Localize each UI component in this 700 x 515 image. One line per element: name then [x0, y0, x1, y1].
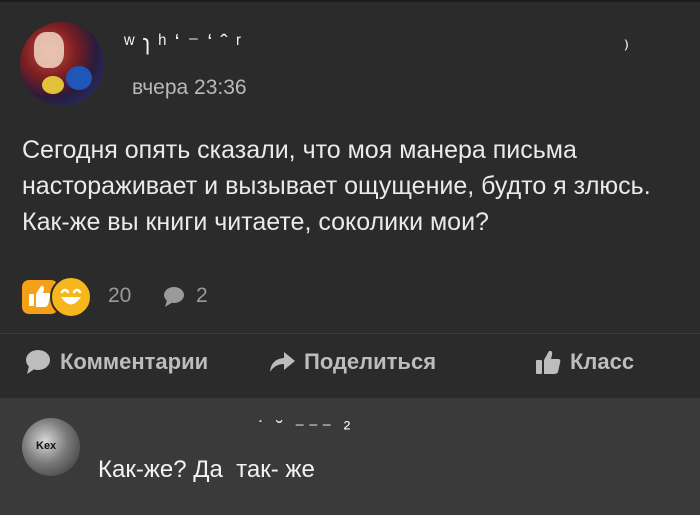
latest-comment[interactable]: Kex ˙ ˘ ⁻⁻⁻ ² Как-же? Да так- же	[0, 398, 700, 515]
comment-count: 2	[196, 284, 208, 307]
post-timestamp: вчера 23:36	[132, 76, 247, 99]
action-bar: Комментарии Поделиться Класс	[0, 338, 700, 388]
avatar-art-part	[66, 66, 92, 90]
comments-button-label: Комментарии	[60, 349, 209, 374]
divider	[0, 333, 700, 334]
comment-text: Как-же? Да так- же	[98, 456, 315, 483]
avatar-art-part	[42, 76, 64, 94]
post-card: ʷ ɿ ʰ ʻ ⁻ ʻ ˆ ʳ ⁾ вчера 23:36 Сегодня оп…	[0, 0, 700, 398]
speech-bubble-icon	[24, 349, 52, 375]
top-edge-divider	[0, 0, 700, 2]
commenter-avatar-text: Kex	[36, 440, 57, 452]
author-avatar[interactable]	[20, 22, 104, 106]
laughing-face-icon	[50, 276, 92, 318]
speech-bubble-icon	[162, 286, 186, 313]
post-text: Сегодня опять сказали, что моя манера пи…	[22, 136, 651, 236]
commenter-name[interactable]: ˙ ˘ ⁻⁻⁻ ²	[258, 416, 353, 441]
thumbs-up-icon	[534, 348, 562, 376]
author-name-tail: ⁾	[623, 36, 630, 61]
commenter-avatar[interactable]: Kex	[22, 418, 80, 476]
author-name[interactable]: ʷ ɿ ʰ ʻ ⁻ ʻ ˆ ʳ ⁾	[124, 30, 634, 70]
class-button[interactable]: Класс	[534, 346, 634, 378]
author-name-text: ʷ ɿ ʰ ʻ ⁻ ʻ ˆ ʳ	[124, 30, 243, 55]
avatar-art-part	[34, 32, 64, 68]
share-button-label: Поделиться	[304, 349, 437, 374]
reaction-count: 20	[108, 284, 132, 307]
class-button-label: Класс	[570, 349, 635, 374]
share-button[interactable]: Поделиться	[268, 346, 436, 378]
comments-button[interactable]: Комментарии	[24, 346, 208, 378]
share-arrow-icon	[268, 350, 296, 374]
